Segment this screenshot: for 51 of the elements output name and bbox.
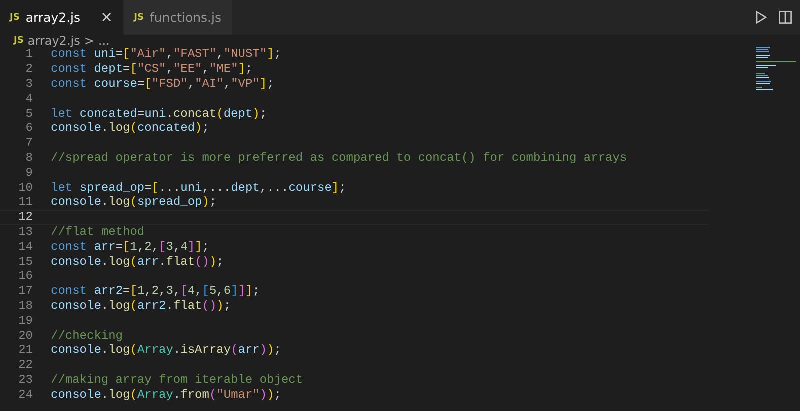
code-line: console.log(Array.isArray(arr));	[51, 343, 282, 358]
code-line: const arr2=[1,2,3,[4,[5,6]]];	[51, 284, 260, 298]
line-number: 23	[18, 372, 33, 387]
code-line: //making array from iterable object	[51, 372, 304, 387]
breadcrumb-more[interactable]: ...	[98, 34, 110, 48]
run-icon[interactable]	[756, 11, 767, 24]
line-number: 1	[24, 47, 33, 62]
line-number: 13	[18, 224, 33, 239]
line-number: 19	[18, 314, 33, 328]
code-line: console.log(arr2.flat());	[51, 298, 232, 313]
js-file-icon: JS	[14, 36, 24, 46]
line-number: 3	[24, 76, 33, 91]
line-number: 6	[24, 121, 33, 136]
line-number: 24	[18, 388, 33, 402]
line-number: 11	[18, 195, 33, 210]
code-line: //flat method	[51, 224, 145, 239]
line-number: 18	[18, 298, 33, 313]
line-number: 8	[24, 150, 33, 165]
editor-tab[interactable]: JS functions.js	[124, 0, 232, 35]
code-line: let concated=uni.concat(dept);	[51, 106, 268, 121]
breadcrumb-separator: >	[84, 34, 94, 48]
line-number: 7	[24, 136, 33, 150]
line-number: 20	[18, 328, 33, 343]
line-number: 9	[24, 166, 33, 180]
code-line: const arr=[1,2,[3,4]];	[51, 240, 210, 254]
code-line: const dept=["CS","EE","ME"];	[51, 62, 253, 76]
line-number: 4	[24, 92, 33, 106]
code-line: console.log(concated);	[51, 121, 210, 136]
code-line: const course=["FSD","AI","VP"];	[51, 76, 274, 91]
line-number: 12	[18, 210, 33, 224]
code-line: //checking	[51, 328, 124, 343]
code-line: console.log(spread_op);	[51, 195, 217, 210]
code-line: let spread_op=[...uni,...dept,...course];	[51, 180, 346, 195]
line-number: 10	[18, 180, 33, 195]
close-icon[interactable]: ×	[100, 10, 114, 25]
breadcrumb-file[interactable]: array2.js	[28, 34, 80, 48]
line-number: 16	[18, 269, 33, 284]
line-number: 21	[18, 343, 33, 358]
line-number: 17	[18, 284, 33, 298]
line-number: 5	[24, 106, 33, 121]
line-number: 2	[24, 62, 33, 76]
code-line: //spread operator is more preferred as compared to concat() for combining arrays	[51, 150, 628, 165]
line-number: 15	[18, 254, 33, 269]
editor-tab[interactable]: JS array2.js ×	[0, 0, 124, 35]
line-number: 14	[18, 240, 33, 254]
minimap-drawing	[755, 47, 797, 91]
code-line: console.log(arr.flat());	[51, 254, 224, 269]
code-line: console.log(Array.from("Umar"));	[51, 388, 282, 402]
line-number: 22	[18, 358, 33, 372]
split-editor-icon[interactable]	[779, 11, 792, 24]
code-line: const uni=["Air","FAST","NUST"];	[51, 47, 282, 62]
